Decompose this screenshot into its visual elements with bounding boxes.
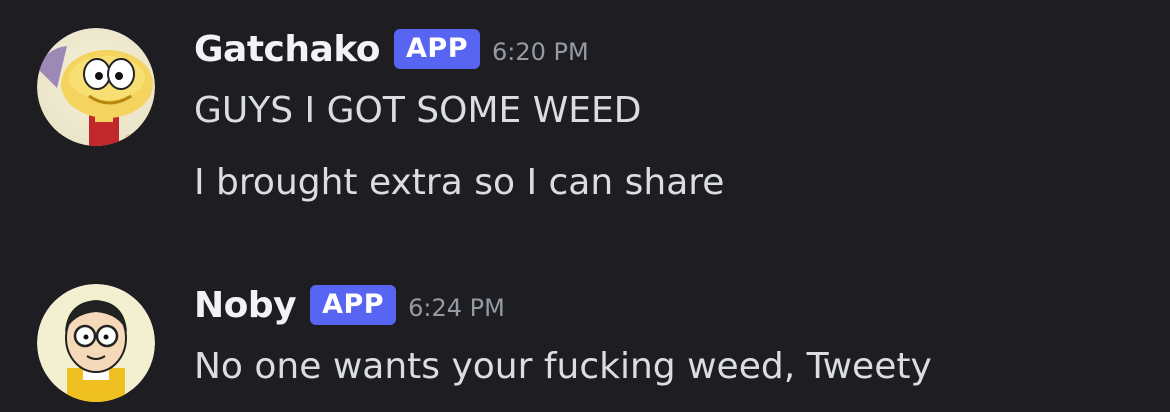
username[interactable]: Noby — [194, 285, 297, 326]
username[interactable]: Gatchako — [194, 29, 381, 70]
yellow-cartoon-character-avatar-icon — [37, 28, 155, 146]
app-badge: APP — [394, 29, 481, 69]
message-header: Gatchako APP 6:20 PM — [194, 26, 589, 72]
timestamp[interactable]: 6:24 PM — [408, 294, 505, 322]
message-text: I brought extra so I can share — [194, 162, 725, 203]
app-badge: APP — [310, 285, 397, 325]
chat-messages: Gatchako APP 6:20 PM GUYS I GOT SOME WEE… — [0, 0, 1170, 412]
user-avatar[interactable] — [37, 28, 155, 146]
user-avatar[interactable] — [37, 284, 155, 402]
message-group: Noby APP 6:24 PM No one wants your fucki… — [0, 260, 1170, 412]
boy-with-glasses-cartoon-avatar-icon — [37, 284, 155, 402]
timestamp[interactable]: 6:20 PM — [492, 38, 589, 66]
message-text: No one wants your fucking weed, Tweety — [194, 346, 932, 387]
message-group: Gatchako APP 6:20 PM GUYS I GOT SOME WEE… — [0, 0, 1170, 240]
message-text: GUYS I GOT SOME WEED — [194, 90, 642, 131]
message-header: Noby APP 6:24 PM — [194, 282, 505, 328]
